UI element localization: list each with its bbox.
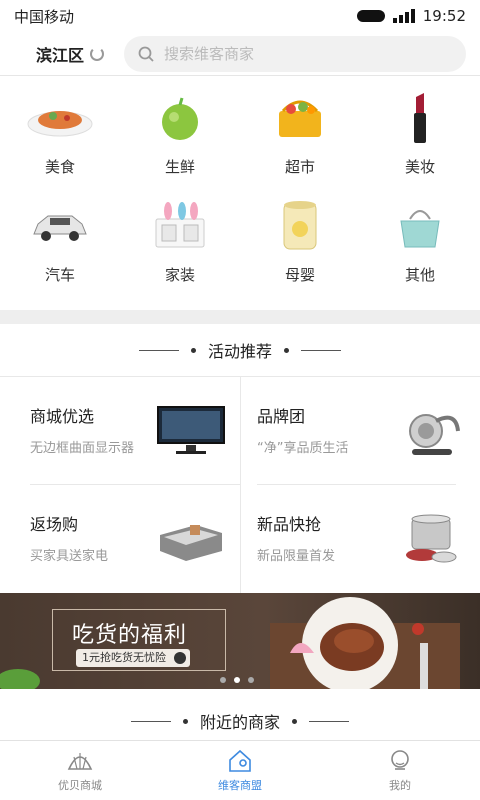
category-label: 超市 (284, 158, 315, 176)
promo-mall-pick[interactable]: 商城优选 无边框曲面显示器 (0, 377, 240, 485)
signal-icon (392, 9, 415, 23)
district-selector[interactable]: 滨江区 (36, 42, 84, 66)
shell-icon (67, 753, 93, 770)
clock-label: 19:52 (422, 7, 466, 25)
vacuum-cleaner-icon (409, 414, 460, 455)
section-divider (0, 310, 480, 324)
search-placeholder: 搜索维客商家 (164, 45, 255, 63)
category-food[interactable]: 美食 (0, 88, 120, 196)
activity-title: 活动推荐 (207, 342, 272, 361)
tab-label: 我的 (389, 779, 411, 792)
profile-icon (391, 750, 409, 770)
promo-banner[interactable]: 吃货的福利 1元抢吃货无忧险 (0, 593, 480, 689)
handbag-icon (380, 196, 460, 256)
activity-section-title: 活动推荐 (0, 324, 480, 376)
title-divider-line (138, 349, 179, 351)
title-dot (182, 718, 188, 724)
banner-tag-label: 1元抢吃货无忧险 (82, 651, 166, 664)
wall-socket-icon (140, 196, 220, 256)
category-label: 家装 (164, 266, 195, 284)
category-home-decor[interactable]: 家装 (120, 196, 240, 304)
cookware-set-icon (406, 514, 457, 563)
carousel-dots[interactable] (220, 677, 254, 683)
promo-new-arrivals[interactable]: 新品快抢 新品限量首发 (240, 485, 480, 593)
top-header: 滨江区 搜索维客商家 (0, 32, 480, 76)
tab-merchant-alliance[interactable]: 维客商盟 (160, 741, 320, 800)
promo-return-buy[interactable]: 返场购 买家具送家电 (0, 485, 240, 593)
category-label: 美食 (44, 158, 75, 176)
monitor-icon (157, 406, 225, 454)
nearby-title: 附近的商家 (199, 713, 280, 732)
green-pepper-icon (0, 669, 40, 689)
shopping-basket-icon (260, 88, 340, 148)
tab-profile[interactable]: 我的 (320, 741, 480, 800)
title-divider-line (309, 720, 349, 722)
bottom-tab-bar: 优贝商城 维客商盟 我的 (0, 740, 480, 800)
refresh-location-icon[interactable] (90, 46, 105, 61)
title-dot (292, 718, 297, 724)
search-input[interactable]: 搜索维客商家 (124, 35, 466, 72)
car-icon (20, 196, 100, 256)
title-divider-line (301, 349, 341, 351)
play-arrow-icon (174, 652, 186, 664)
category-baby[interactable]: 母婴 (240, 196, 360, 304)
category-label: 其他 (404, 266, 435, 284)
category-supermarket[interactable]: 超市 (240, 88, 360, 196)
banner-title: 吃货的福利 (72, 623, 188, 648)
category-beauty[interactable]: 美妆 (360, 88, 480, 196)
lipstick-icon (380, 88, 460, 148)
tab-label: 优贝商城 (58, 779, 102, 792)
category-label: 美妆 (404, 158, 435, 176)
sofa-icon (160, 525, 222, 561)
steak-plate-icon (270, 597, 460, 689)
tab-mall[interactable]: 优贝商城 (0, 741, 160, 800)
category-label: 汽车 (44, 266, 75, 284)
promo-brand-group[interactable]: 品牌团 “净”享品质生活 (240, 377, 480, 485)
carousel-dot[interactable] (248, 677, 254, 683)
category-label: 生鲜 (164, 158, 195, 176)
category-label: 母婴 (284, 266, 315, 284)
search-icon (138, 46, 154, 62)
status-bar: 中国移动 19:52 (0, 0, 480, 32)
carousel-dot-active[interactable] (234, 677, 240, 683)
location-home-icon (229, 749, 251, 772)
title-dot (284, 347, 289, 353)
tab-label: 维客商盟 (218, 779, 262, 792)
banner-tag-button[interactable]: 1元抢吃货无忧险 (76, 649, 190, 667)
apple-icon (140, 88, 220, 148)
food-plate-icon (20, 88, 100, 148)
milk-powder-can-icon (260, 196, 340, 256)
category-car[interactable]: 汽车 (0, 196, 120, 304)
toggle-indicator-icon (356, 10, 385, 22)
carousel-dot[interactable] (220, 677, 226, 683)
category-fresh[interactable]: 生鲜 (120, 88, 240, 196)
category-grid: 美食 生鲜 超市 美妆 汽车 家装 母婴 其他 (0, 76, 480, 310)
category-other[interactable]: 其他 (360, 196, 480, 304)
carrier-label: 中国移动 (14, 7, 75, 26)
title-dot (190, 347, 196, 353)
activity-grid: 商城优选 无边框曲面显示器 品牌团 “净”享品质生活 返场购 买家具送家电 新品… (0, 376, 480, 593)
title-divider-line (130, 720, 171, 722)
